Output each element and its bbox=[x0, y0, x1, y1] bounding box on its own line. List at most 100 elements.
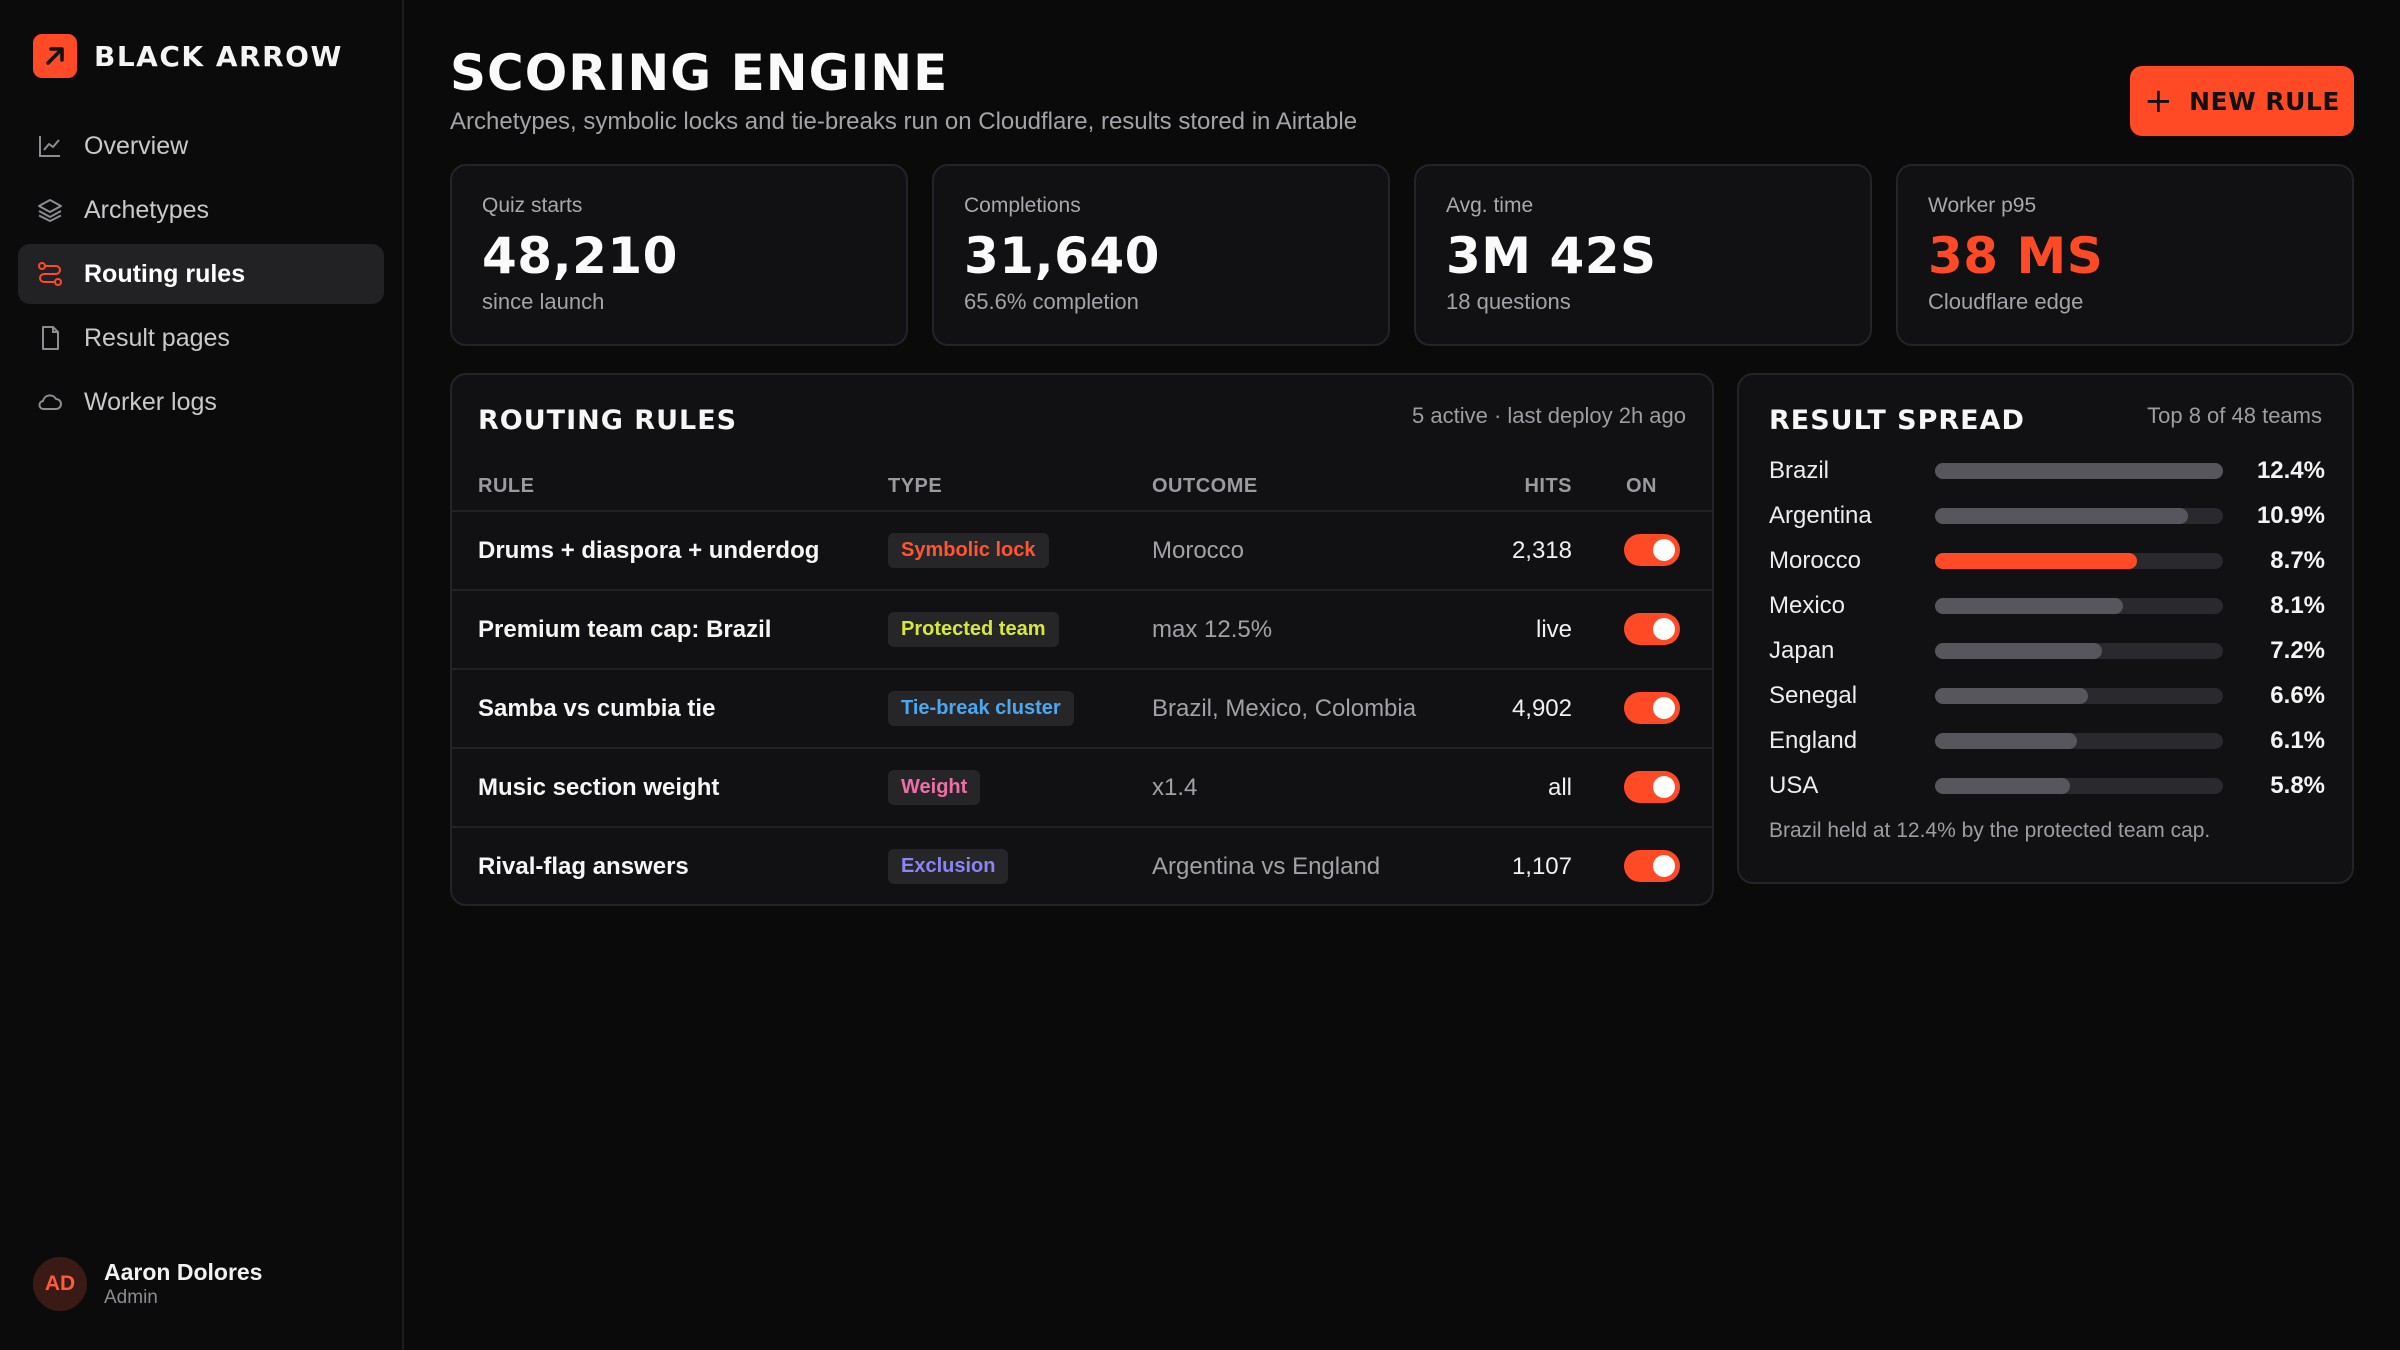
table-row[interactable]: Samba vs cumbia tie Tie-break cluster Br… bbox=[452, 668, 1712, 747]
spread-track bbox=[1935, 552, 2223, 569]
team-name: Mexico bbox=[1769, 591, 1846, 619]
page-title: SCORING ENGINE bbox=[450, 44, 949, 102]
spread-bar bbox=[1935, 597, 2124, 614]
spread-track bbox=[1935, 777, 2223, 794]
stat-label: Completions bbox=[964, 194, 1081, 217]
hits: live bbox=[1535, 615, 1572, 643]
spread-bar bbox=[1935, 462, 2223, 479]
outcome: Argentina vs England bbox=[1152, 852, 1381, 880]
rule-toggle[interactable] bbox=[1624, 850, 1680, 882]
spread-row: Mexico 8.1% bbox=[1769, 583, 2325, 628]
sidebar-nav: Overview Archetypes Routing rules Result… bbox=[18, 116, 384, 436]
spread-bar bbox=[1935, 732, 2077, 749]
page-subtitle: Archetypes, symbolic locks and tie-break… bbox=[450, 108, 1358, 135]
rule-toggle[interactable] bbox=[1624, 771, 1680, 803]
team-value: 6.1% bbox=[2270, 726, 2325, 754]
panel-title: ROUTING RULES bbox=[478, 405, 738, 436]
stat-card-completions: Completions 31,640 65.6% completion bbox=[932, 164, 1390, 346]
table-row[interactable]: Music section weight Weight x1.4 all bbox=[452, 747, 1712, 826]
sidebar-item-label: Archetypes bbox=[84, 195, 210, 224]
stat-sub: since launch bbox=[482, 288, 605, 314]
sidebar-item-archetypes[interactable]: Archetypes bbox=[18, 180, 384, 240]
rule-toggle[interactable] bbox=[1624, 692, 1680, 724]
toggle-knob bbox=[1653, 855, 1675, 877]
line-chart-icon bbox=[36, 132, 64, 160]
team-name: Argentina bbox=[1769, 501, 1872, 529]
team-name: Japan bbox=[1769, 636, 1835, 664]
outcome: x1.4 bbox=[1152, 773, 1198, 801]
type-badge: Exclusion bbox=[888, 849, 1009, 884]
stat-label: Avg. time bbox=[1446, 194, 1534, 217]
spread-track bbox=[1935, 462, 2223, 479]
hits: 2,318 bbox=[1511, 536, 1572, 564]
toggle-knob bbox=[1653, 776, 1675, 798]
column-header-rule: RULE bbox=[478, 475, 535, 497]
routing-rules-panel: ROUTING RULES 5 active · last deploy 2h … bbox=[450, 373, 1714, 906]
team-value: 6.6% bbox=[2270, 681, 2325, 709]
rule-toggle[interactable] bbox=[1624, 613, 1680, 645]
spread-note: Brazil held at 12.4% by the protected te… bbox=[1769, 819, 2211, 842]
stat-card-avg-time: Avg. time 3M 42S 18 questions bbox=[1414, 164, 1872, 346]
spread-row: England 6.1% bbox=[1769, 718, 2325, 763]
sidebar-item-routing-rules[interactable]: Routing rules bbox=[18, 244, 384, 304]
team-value: 7.2% bbox=[2270, 636, 2325, 664]
spread-row: Brazil 12.4% bbox=[1769, 448, 2325, 493]
sidebar-item-worker-logs[interactable]: Worker logs bbox=[18, 372, 384, 432]
brand-name: BLACK ARROW bbox=[94, 39, 343, 73]
spread-bar bbox=[1935, 777, 2070, 794]
stat-sub: Cloudflare edge bbox=[1928, 288, 2084, 314]
user-role: Admin bbox=[104, 1287, 158, 1308]
stat-value: 31,640 bbox=[964, 227, 1160, 285]
brand[interactable]: BLACK ARROW bbox=[33, 34, 343, 78]
sidebar-item-result-pages[interactable]: Result pages bbox=[18, 308, 384, 368]
type-badge: Weight bbox=[888, 770, 981, 805]
toggle-knob bbox=[1653, 539, 1675, 561]
sidebar-item-label: Worker logs bbox=[84, 387, 217, 416]
outcome: Brazil, Mexico, Colombia bbox=[1152, 694, 1417, 722]
plus-icon: + bbox=[2144, 81, 2174, 121]
hits: 1,107 bbox=[1511, 852, 1572, 880]
user-name: Aaron Dolores bbox=[104, 1259, 263, 1285]
stat-value: 38 MS bbox=[1928, 227, 2104, 285]
type-badge: Tie-break cluster bbox=[888, 691, 1074, 726]
stat-value: 3M 42S bbox=[1446, 227, 1657, 285]
sidebar: BLACK ARROW Overview Archetypes Routing … bbox=[0, 0, 404, 1350]
team-name: Senegal bbox=[1769, 681, 1858, 709]
spread-track bbox=[1935, 687, 2223, 704]
spread-bar bbox=[1935, 507, 2189, 524]
rule-toggle[interactable] bbox=[1624, 534, 1680, 566]
sidebar-item-overview[interactable]: Overview bbox=[18, 116, 384, 176]
outcome: max 12.5% bbox=[1152, 615, 1273, 643]
rule-name: Rival-flag answers bbox=[478, 852, 689, 880]
stat-card-quiz-starts: Quiz starts 48,210 since launch bbox=[450, 164, 908, 346]
type-badge: Protected team bbox=[888, 612, 1059, 647]
rule-name: Premium team cap: Brazil bbox=[478, 615, 772, 643]
cloud-icon bbox=[36, 388, 64, 416]
panel-title: RESULT SPREAD bbox=[1769, 405, 2025, 436]
rule-name: Samba vs cumbia tie bbox=[478, 694, 716, 722]
outcome: Morocco bbox=[1152, 536, 1245, 564]
spread-track bbox=[1935, 732, 2223, 749]
new-rule-button[interactable]: + NEW RULE bbox=[2130, 66, 2354, 136]
result-spread-panel: RESULT SPREAD Top 8 of 48 teams Brazil 1… bbox=[1737, 373, 2354, 884]
team-name: England bbox=[1769, 726, 1858, 754]
table-row[interactable]: Rival-flag answers Exclusion Argentina v… bbox=[452, 826, 1712, 905]
panel-meta: Top 8 of 48 teams bbox=[2147, 403, 2322, 428]
team-value: 8.7% bbox=[2270, 546, 2325, 574]
stat-sub: 65.6% completion bbox=[964, 288, 1139, 314]
column-header-on: ON bbox=[1626, 475, 1657, 497]
table-row[interactable]: Drums + diaspora + underdog Symbolic loc… bbox=[452, 510, 1712, 589]
spread-row: Morocco 8.7% bbox=[1769, 538, 2325, 583]
team-name: Morocco bbox=[1769, 546, 1862, 574]
spread-track bbox=[1935, 507, 2223, 524]
team-value: 8.1% bbox=[2270, 591, 2325, 619]
team-value: 10.9% bbox=[2256, 501, 2325, 529]
spread-track bbox=[1935, 597, 2223, 614]
column-header-type: TYPE bbox=[888, 475, 943, 497]
hits: 4,902 bbox=[1511, 694, 1572, 722]
new-rule-label: NEW RULE bbox=[2189, 86, 2340, 116]
table-row[interactable]: Premium team cap: Brazil Protected team … bbox=[452, 589, 1712, 668]
spread-track bbox=[1935, 642, 2223, 659]
user-profile[interactable]: AD Aaron Dolores Admin bbox=[33, 1257, 262, 1311]
spread-bar bbox=[1935, 642, 2103, 659]
